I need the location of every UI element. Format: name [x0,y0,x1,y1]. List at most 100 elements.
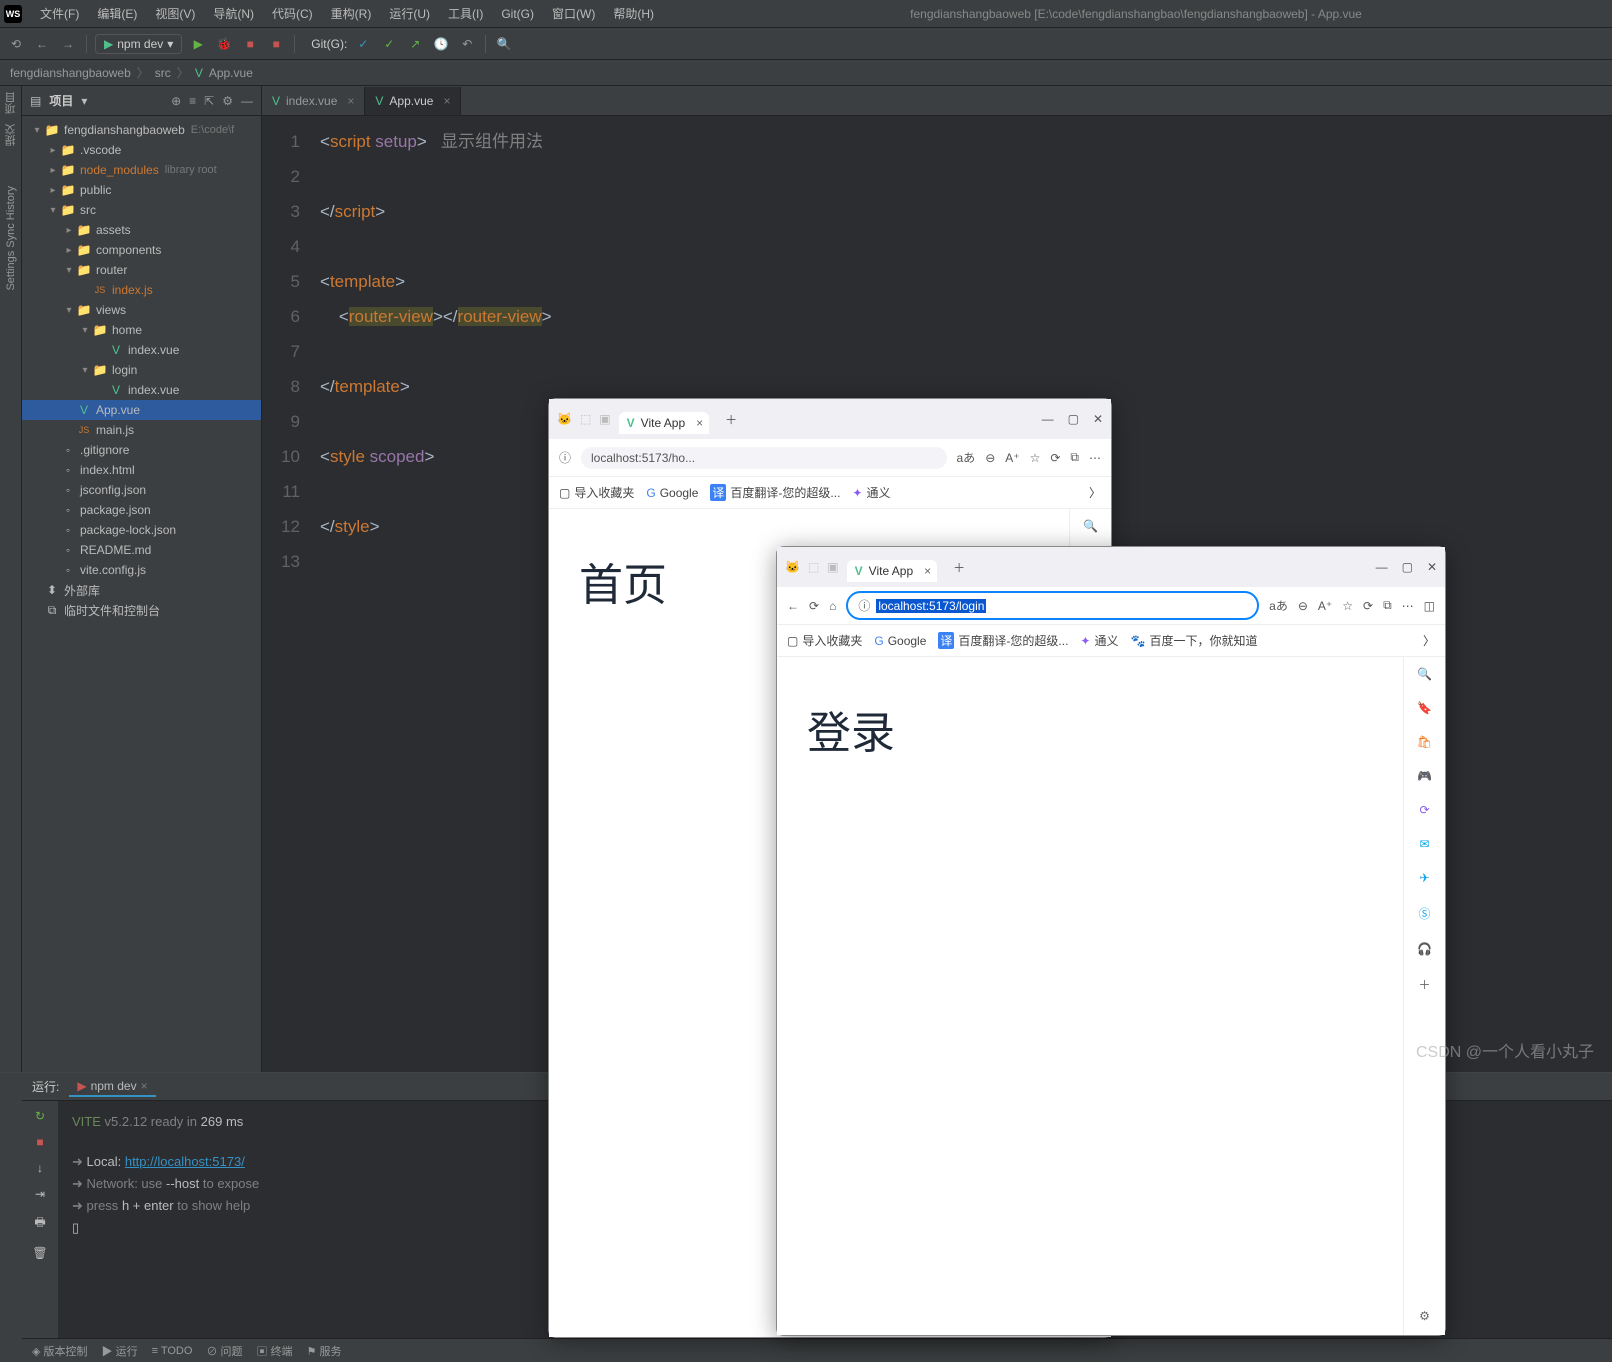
gutter-sync[interactable]: Settings Sync History [5,186,17,291]
menu-help[interactable]: 帮助(H) [605,3,662,24]
tabs-icon[interactable]: ▣ [599,412,610,426]
browser-tab[interactable]: VVite App× [847,560,938,582]
tree-item-public[interactable]: ▸📁public [22,180,261,200]
menu-nav[interactable]: 导航(N) [205,3,262,24]
stop-icon[interactable]: ■ [240,34,260,54]
bookmark-more-icon[interactable]: 〉 [1089,484,1101,501]
crumb-src[interactable]: src [155,66,171,80]
wrap-icon[interactable]: ⇥ [35,1187,45,1201]
refresh-icon[interactable]: ⟳ [809,599,819,613]
status-services[interactable]: ⚑ 服务 [307,1343,342,1359]
run-config[interactable]: ▶npm dev▾ [95,34,182,54]
tree-item-node-modules[interactable]: ▸📁node_moduleslibrary root [22,160,261,180]
read-icon[interactable]: aあ [1269,597,1288,614]
hide-icon[interactable]: — [241,94,253,108]
debug-icon[interactable]: 🐞 [214,34,234,54]
run-icon[interactable]: ▶ [188,34,208,54]
print-icon[interactable]: 🖶 [34,1213,45,1234]
close-window-icon[interactable]: ✕ [1427,560,1437,574]
menu-git[interactable]: Git(G) [493,5,542,23]
tree-item-src[interactable]: ▾📁src [22,200,261,220]
browser-tab[interactable]: VVite App× [619,412,710,434]
expand-icon[interactable]: ≡ [189,94,196,108]
tree-item-index-vue[interactable]: Vindex.vue [22,380,261,400]
side-add-icon[interactable]: ＋ [1418,976,1430,993]
tree-item-login[interactable]: ▾📁login [22,360,261,380]
side-send-icon[interactable]: ✈ [1419,871,1429,885]
rerun-icon[interactable]: ↻ [35,1109,45,1123]
side-skype-icon[interactable]: Ⓢ [1418,905,1430,922]
side-game-icon[interactable]: 🎮 [1417,769,1432,783]
tree-item--gitignore[interactable]: ◦.gitignore [22,440,261,460]
close-icon[interactable]: × [347,94,354,108]
tabs-icon[interactable]: ▣ [827,560,838,574]
bookmark-tongyi[interactable]: ✦ 通义 [852,484,890,501]
bookmark-more-icon[interactable]: 〉 [1423,632,1435,649]
tree-item-index-html[interactable]: ◦index.html [22,460,261,480]
menu-refactor[interactable]: 重构(R) [323,3,380,24]
extensions-icon[interactable]: ⟳ [1050,451,1060,465]
tree-item-app-vue[interactable]: VApp.vue [22,400,261,420]
maximize-icon[interactable]: ▢ [1068,412,1079,426]
sync-icon[interactable]: ⟲ [6,34,26,54]
more-icon[interactable]: ⋯ [1402,599,1414,613]
tree-item-main-js[interactable]: JSmain.js [22,420,261,440]
crumb-project[interactable]: fengdianshangbaoweb [10,66,131,80]
git-rollback-icon[interactable]: ↶ [457,34,477,54]
zoom-out-icon[interactable]: ⊖ [1298,599,1308,613]
bookmark-google[interactable]: G Google [646,486,698,500]
bookmark-google[interactable]: G Google [874,634,926,648]
menu-run[interactable]: 运行(U) [381,3,438,24]
address-bar[interactable]: localhost:5173/ho... [581,447,946,469]
side-search-icon[interactable]: 🔍 [1417,667,1432,681]
close-icon[interactable]: × [443,94,450,108]
collections-icon[interactable]: ⧉ [1070,450,1079,465]
status-problems[interactable]: ⊘ 问题 [206,1343,242,1359]
status-terminal[interactable]: ▣ 终端 [257,1343,293,1359]
menu-view[interactable]: 视图(V) [147,3,203,24]
tree-item-index-js[interactable]: JSindex.js [22,280,261,300]
tree-item--vscode[interactable]: ▸📁.vscode [22,140,261,160]
close-window-icon[interactable]: ✕ [1093,412,1103,426]
tree-item-router[interactable]: ▾📁router [22,260,261,280]
crumb-file[interactable]: App.vue [209,66,253,80]
workspace-icon[interactable]: ⬚ [580,412,591,426]
down-icon[interactable]: ↓ [37,1161,43,1175]
gutter-project[interactable]: 项目 [3,92,19,114]
status-vcs[interactable]: ◈ 版本控制 [32,1343,88,1359]
side-shop-icon[interactable]: 🛍 [1417,735,1432,749]
git-commit-icon[interactable]: ✓ [379,34,399,54]
tree-item-home[interactable]: ▾📁home [22,320,261,340]
tree-item-index-vue[interactable]: Vindex.vue [22,340,261,360]
side-search-icon[interactable]: 🔍 [1083,519,1098,533]
tree-item---------[interactable]: ⧉临时文件和控制台 [22,600,261,620]
more-icon[interactable]: ⋯ [1089,451,1101,465]
home-icon[interactable]: ⌂ [829,599,836,613]
status-todo[interactable]: ≡ TODO [152,1345,193,1357]
favorite-icon[interactable]: ☆ [1342,599,1353,613]
tree-item-vite-config-js[interactable]: ◦vite.config.js [22,560,261,580]
workspace-icon[interactable]: ⬚ [808,560,819,574]
tree-item-package-json[interactable]: ◦package.json [22,500,261,520]
bookmark-baidu[interactable]: 🐾 百度一下，你就知道 [1131,632,1258,649]
menu-code[interactable]: 代码(C) [264,3,321,24]
local-url-link[interactable]: http://localhost:5173/ [125,1154,245,1169]
search-icon[interactable]: 🔍 [494,34,514,54]
collections-icon[interactable]: ⧉ [1383,598,1392,613]
settings-icon[interactable]: ⚙ [222,94,233,108]
close-tab-icon[interactable]: × [924,564,931,578]
close-tab-icon[interactable]: × [696,416,703,430]
minimize-icon[interactable]: — [1376,560,1388,574]
menu-edit[interactable]: 编辑(E) [89,3,145,24]
tree-item-views[interactable]: ▾📁views [22,300,261,320]
info-icon[interactable]: ⓘ [559,449,571,466]
menu-file[interactable]: 文件(F) [32,3,87,24]
back-icon[interactable]: ← [787,599,799,613]
tab-app-vue[interactable]: VApp.vue× [365,87,461,115]
menu-tools[interactable]: 工具(I) [440,3,491,24]
translate-icon[interactable]: A⁺ [1318,599,1332,613]
new-tab-icon[interactable]: ＋ [717,411,745,428]
side-settings-icon[interactable]: ⚙ [1419,1309,1430,1323]
back-icon[interactable]: ← [32,34,52,54]
git-update-icon[interactable]: ✓ [353,34,373,54]
